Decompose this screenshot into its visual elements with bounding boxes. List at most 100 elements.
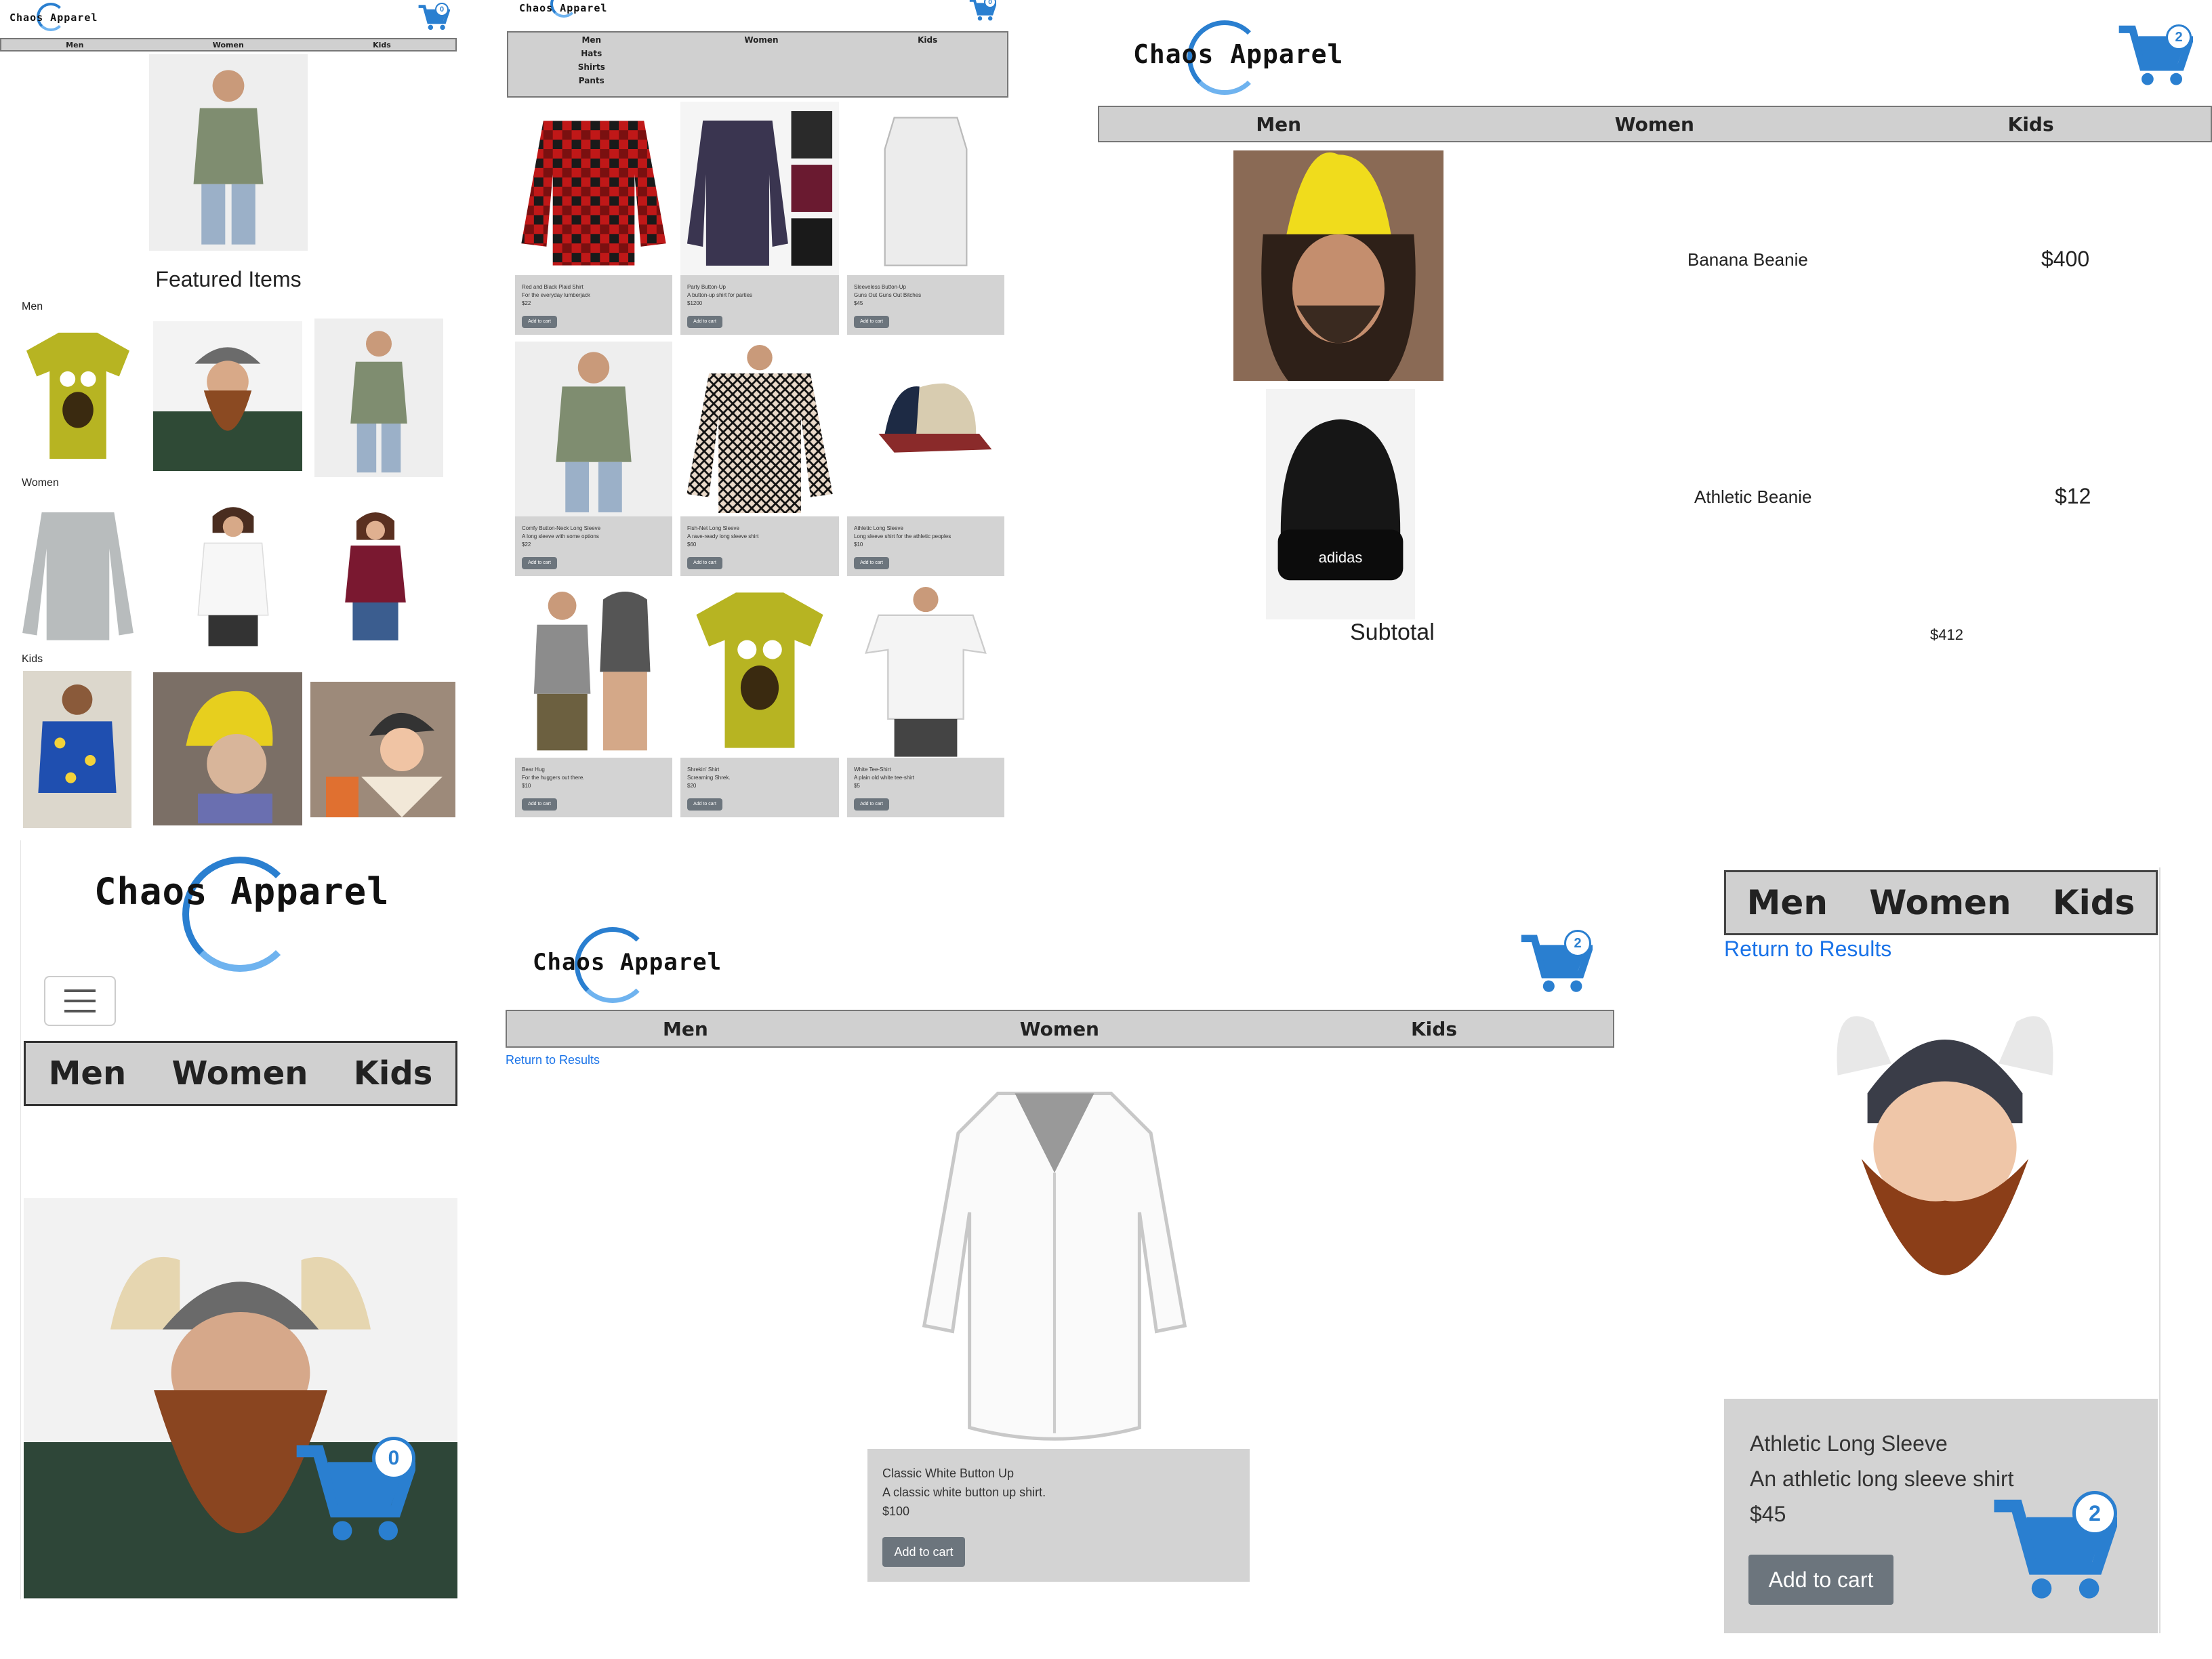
dropdown-item-pants[interactable]: Pants [579,76,605,85]
product-desc: For the huggers out there. [522,775,585,781]
main-nav: Men Women Kids [1098,106,2212,142]
product-desc: Long sleeve shirt for the athletic peopl… [854,533,951,539]
return-to-results-link[interactable]: Return to Results [1724,937,1891,962]
hamburger-menu-button[interactable] [44,976,116,1026]
featured-baby-hat[interactable] [310,682,455,817]
product-name: Athletic Long Sleeve [1750,1431,1948,1456]
dropdown-item-hats[interactable]: Hats [581,49,602,58]
nav-women[interactable]: Women [1615,113,1694,136]
nav-kids[interactable]: Kids [373,41,391,49]
featured-maroon-top[interactable] [328,495,423,653]
product-image-white-tee[interactable] [847,583,1004,758]
product-card: Bear Hug For the huggers out there. $10 … [515,758,672,817]
product-image-fishnet[interactable] [680,342,839,516]
cart-item-price: $400 [2041,247,2090,271]
product-price: $22 [522,541,531,548]
product-name: Party Button-Up [687,284,726,290]
nav-women[interactable]: Women [744,35,778,45]
add-to-cart-button[interactable]: Add to cart [522,798,557,811]
add-to-cart-button[interactable]: Add to cart [687,798,722,811]
product-detail-card: Classic White Button Up A classic white … [867,1449,1250,1582]
nav-men[interactable]: Men [49,1054,127,1092]
product-image-shrek[interactable] [680,583,839,758]
nav-kids[interactable]: Kids [2053,883,2135,922]
add-to-cart-button[interactable]: Add to cart [687,557,722,569]
product-card: Comfy Button-Neck Long Sleeve A long sle… [515,516,672,576]
product-desc: For the everyday lumberjack [522,292,590,298]
product-card: Party Button-Up A button-up shirt for pa… [680,275,839,335]
cart-item-image: adidas [1266,389,1415,619]
add-to-cart-button[interactable]: Add to cart [1748,1555,1893,1605]
add-to-cart-button[interactable]: Add to cart [854,798,889,811]
featured-kids-shirt[interactable] [23,671,131,828]
featured-viking-beard[interactable] [153,321,302,472]
nav-kids[interactable]: Kids [354,1054,433,1092]
featured-grey-long-sleeve[interactable] [18,497,138,648]
product-name: Shrekin' Shirt [687,766,720,773]
product-image [912,1071,1197,1450]
dropdown-item-shirts[interactable]: Shirts [578,62,605,72]
nav-women[interactable]: Women [213,41,244,49]
brand-logo[interactable]: Chaos Apparel [533,927,722,1003]
product-name: Fish-Net Long Sleeve [687,525,739,531]
home-panel: Chaos Apparel 0 Men Women Kids Featured … [0,0,461,834]
featured-title: Featured Items [155,267,302,291]
add-to-cart-button[interactable]: Add to cart [522,557,557,569]
brand-logo[interactable]: Chaos Apparel [94,857,390,972]
nav-men[interactable]: Men [663,1018,708,1040]
product-desc: A classic white button up shirt. [882,1486,1046,1499]
nav-women[interactable]: Women [1869,883,2011,922]
cart-button[interactable]: 2 [1991,1491,2121,1603]
product-image-bear-hug[interactable] [515,583,672,758]
product-desc: Screaming Shrek. [687,775,731,781]
featured-shrek-shirt[interactable] [14,321,142,470]
nav-men[interactable]: Men [66,41,83,49]
nav-men[interactable]: Men [1256,113,1301,136]
cart-button[interactable]: 0 [293,1437,419,1545]
featured-henley[interactable] [314,319,443,477]
product-price: $10 [854,541,863,548]
cart-button[interactable]: 2 [1519,930,1595,995]
product-price: $10 [522,783,531,789]
featured-yellow-beanie-kid[interactable] [153,672,302,825]
cart-panel: Chaos Apparel 2 Men Women Kids Banana Be… [1098,0,2212,745]
brand-logo[interactable]: Chaos Apparel [519,0,607,18]
add-to-cart-button[interactable]: Add to cart [854,557,889,569]
add-to-cart-button[interactable]: Add to cart [522,316,557,328]
product-image-henley[interactable] [515,342,672,516]
cart-button[interactable]: 0 [969,0,998,22]
subtotal-value: $412 [1930,626,1963,643]
product-image-plaid[interactable] [515,102,672,275]
return-to-results-link[interactable]: Return to Results [506,1053,600,1067]
product-card: Red and Black Plaid Shirt For the everyd… [515,275,672,335]
product-desc: A plain old white tee-shirt [854,775,914,781]
cart-button[interactable]: 2 [2117,20,2195,88]
product-image-party[interactable] [680,102,839,275]
hero-image[interactable] [149,54,308,251]
add-to-cart-button[interactable]: Add to cart [854,316,889,328]
product-price: $100 [882,1504,910,1518]
mobile-product-panel: Men Women Kids Return to Results Athleti… [1721,867,2160,1633]
section-label-men: Men [22,301,43,312]
nav-women[interactable]: Women [1020,1018,1099,1040]
cart-item-image [1233,150,1443,381]
product-price: $1200 [687,300,703,306]
nav-kids[interactable]: Kids [1411,1018,1457,1040]
main-nav: Men Women Kids [24,1041,457,1106]
nav-women[interactable]: Women [171,1054,308,1092]
nav-men[interactable]: Men [1747,883,1828,922]
nav-kids[interactable]: Kids [2008,113,2054,136]
brand-logo[interactable]: Chaos Apparel [1133,20,1343,95]
add-to-cart-button[interactable]: Add to cart [882,1537,965,1567]
cart-button[interactable]: 0 [417,3,451,31]
product-image-sleeveless[interactable] [847,102,1004,275]
product-desc: A button-up shirt for parties [687,292,753,298]
brand-logo[interactable]: Chaos Apparel [9,3,98,31]
featured-white-blouse[interactable] [182,495,285,653]
add-to-cart-button[interactable]: Add to cart [687,316,722,328]
product-name: Bear Hug [522,766,545,773]
nav-kids[interactable]: Kids [918,35,937,45]
nav-men[interactable]: Men [581,35,601,45]
product-desc: A rave-ready long sleeve shirt [687,533,759,539]
product-image-cap[interactable] [847,342,1004,516]
